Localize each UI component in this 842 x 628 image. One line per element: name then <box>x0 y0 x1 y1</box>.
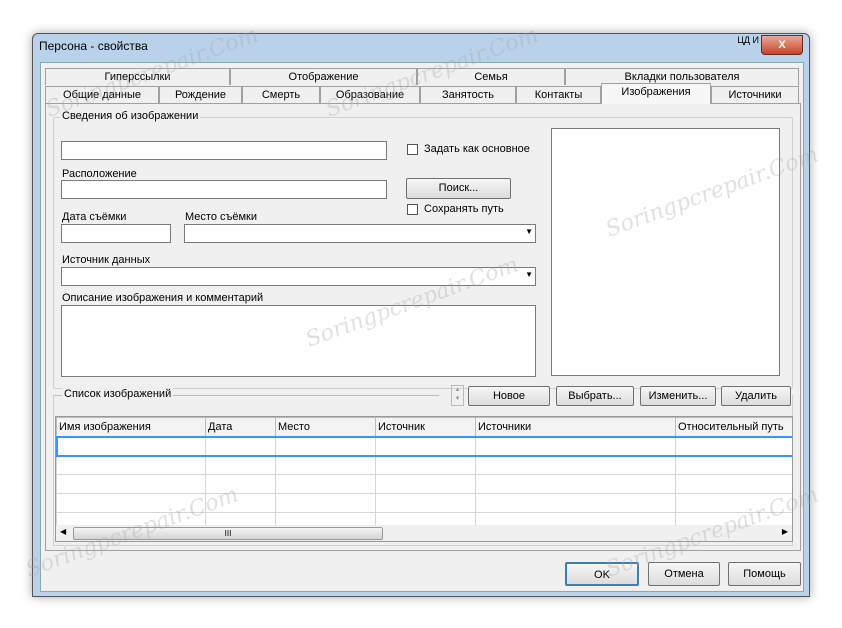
help-button[interactable]: Помощь <box>728 562 801 586</box>
scroll-thumb[interactable]: III <box>73 527 383 540</box>
tab-family[interactable]: Семья <box>417 68 565 85</box>
table-row[interactable] <box>56 474 792 494</box>
date-label: Дата съёмки <box>62 211 127 223</box>
new-button[interactable]: Новое <box>468 386 550 406</box>
date-input[interactable] <box>61 224 171 243</box>
chevron-down-icon[interactable]: ▼ <box>525 227 533 236</box>
tab-sources[interactable]: Источники <box>711 86 799 103</box>
source-combo[interactable]: ▼ <box>61 267 536 286</box>
image-info-group-label: Сведения об изображении <box>60 110 201 122</box>
properties-window: Персона - свойства ЦД И X Гиперссылки От… <box>32 33 810 597</box>
image-preview <box>551 128 780 376</box>
column-header[interactable]: Источник <box>375 417 476 437</box>
tab-contacts[interactable]: Контакты <box>516 86 601 103</box>
images-tab-panel: Сведения об изображении Задать как основ… <box>45 103 801 551</box>
image-list-table[interactable]: Имя изображения Дата Место Источник Исто… <box>55 416 793 542</box>
location-input[interactable] <box>61 180 387 199</box>
source-label: Источник данных <box>62 254 151 266</box>
place-label: Место съёмки <box>185 211 258 223</box>
client-area: Гиперссылки Отображение Семья Вкладки по… <box>40 62 804 592</box>
save-path-checkbox[interactable] <box>407 204 418 215</box>
table-row[interactable] <box>56 435 792 457</box>
tab-occupation[interactable]: Занятость <box>420 86 516 103</box>
tab-images[interactable]: Изображения <box>601 83 711 104</box>
tab-hyperlinks[interactable]: Гиперссылки <box>45 68 230 85</box>
delete-button[interactable]: Удалить <box>721 386 791 406</box>
language-indicator-icon: ЦД И <box>737 35 759 45</box>
location-label: Расположение <box>62 168 137 180</box>
spin-buttons[interactable]: ▲ ▼ <box>451 385 464 406</box>
tab-education[interactable]: Образование <box>320 86 420 103</box>
image-info-group: Сведения об изображении Задать как основ… <box>53 110 793 389</box>
column-header[interactable]: Источники <box>475 417 676 437</box>
table-row[interactable] <box>56 455 792 475</box>
tab-general[interactable]: Общие данные <box>45 86 159 103</box>
close-button[interactable]: X <box>761 35 803 55</box>
horizontal-scrollbar[interactable]: ◀ III ▶ <box>56 525 792 541</box>
scroll-left-icon[interactable]: ◀ <box>60 527 66 536</box>
cancel-button[interactable]: Отмена <box>648 562 720 586</box>
set-primary-label: Задать как основное <box>424 143 530 155</box>
image-list-label: Список изображений <box>62 388 174 400</box>
table-header: Имя изображения Дата Место Источник Исто… <box>56 417 792 437</box>
select-button[interactable]: Выбрать... <box>556 386 634 406</box>
column-header[interactable]: Относительный путь <box>675 417 792 437</box>
set-primary-checkbox[interactable] <box>407 144 418 155</box>
save-path-label: Сохранять путь <box>424 203 504 215</box>
table-row[interactable] <box>56 493 792 513</box>
place-combo[interactable]: ▼ <box>184 224 536 243</box>
image-name-input[interactable] <box>61 141 387 160</box>
description-label: Описание изображения и комментарий <box>62 292 264 304</box>
image-list-group: Список изображений ▲ ▼ Новое Выбрать... И… <box>53 385 793 546</box>
description-textarea[interactable] <box>61 305 536 377</box>
tab-display[interactable]: Отображение <box>230 68 417 85</box>
column-header[interactable]: Место <box>275 417 376 437</box>
scroll-right-icon[interactable]: ▶ <box>782 527 788 536</box>
ok-button[interactable]: OK <box>565 562 639 586</box>
tab-birth[interactable]: Рождение <box>159 86 242 103</box>
column-header[interactable]: Имя изображения <box>56 417 206 437</box>
chevron-down-icon[interactable]: ▼ <box>525 270 533 279</box>
tab-death[interactable]: Смерть <box>242 86 320 103</box>
column-header[interactable]: Дата <box>205 417 276 437</box>
search-button[interactable]: Поиск... <box>406 178 511 199</box>
window-title: Персона - свойства <box>39 39 148 53</box>
edit-button[interactable]: Изменить... <box>640 386 716 406</box>
